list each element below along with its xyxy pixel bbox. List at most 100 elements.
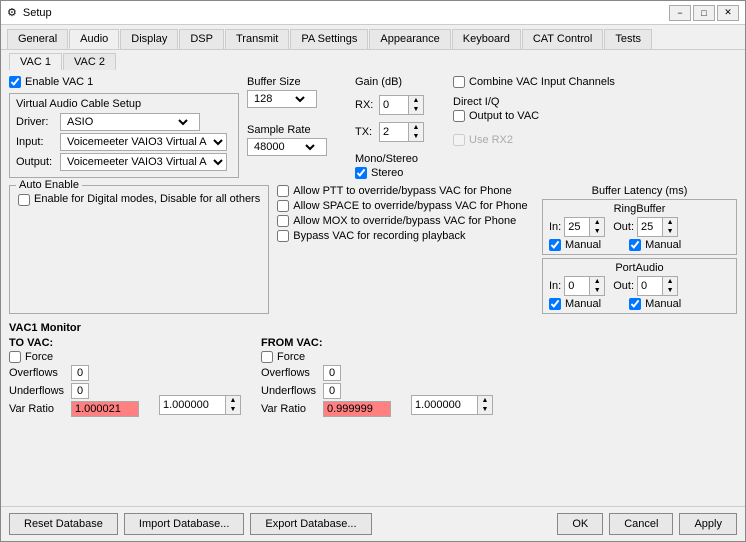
- sample-rate-label: Sample Rate: [247, 124, 347, 136]
- export-button[interactable]: Export Database...: [250, 513, 371, 535]
- allow-mox-checkbox[interactable]: [277, 215, 289, 227]
- ring-out-dn[interactable]: ▼: [663, 227, 677, 236]
- var-ratio2-input[interactable]: [323, 401, 391, 417]
- sample-rate-group: Sample Rate 48000: [247, 124, 347, 156]
- driver-select[interactable]: ASIO: [61, 114, 191, 130]
- tab-general[interactable]: General: [7, 29, 68, 49]
- reset-button[interactable]: Reset Database: [9, 513, 118, 535]
- tab-display[interactable]: Display: [120, 29, 178, 49]
- bypass-vac-row: Bypass VAC for recording playback: [277, 230, 534, 242]
- ring-in-out-row: In: ▲ ▼ Out:: [549, 217, 730, 237]
- tab-dsp[interactable]: DSP: [179, 29, 224, 49]
- spinner1-btns: ▲ ▼: [225, 396, 240, 414]
- input-select[interactable]: Voicemeeter VAIO3 Virtual A: [61, 134, 226, 150]
- spinner1-up[interactable]: ▲: [226, 396, 240, 405]
- tx-down-btn[interactable]: ▼: [409, 132, 423, 141]
- gain-section: Gain (dB) RX: ▲ ▼ TX:: [355, 76, 445, 179]
- output-select[interactable]: Voicemeeter VAIO3 Virtual A: [61, 154, 226, 170]
- tab-transmit[interactable]: Transmit: [225, 29, 289, 49]
- allow-space-checkbox[interactable]: [277, 200, 289, 212]
- tab-audio[interactable]: Audio: [69, 29, 119, 49]
- maximize-button[interactable]: □: [693, 5, 715, 21]
- port-out-spinner[interactable]: ▲ ▼: [637, 276, 678, 296]
- ring-manual-in-checkbox[interactable]: [549, 239, 561, 251]
- tx-input[interactable]: [380, 123, 408, 141]
- buffer-size-dropdown[interactable]: 128: [247, 90, 317, 108]
- digital-modes-checkbox[interactable]: [18, 194, 30, 206]
- var-ratio1-input[interactable]: [71, 401, 139, 417]
- port-manual-row: Manual Manual: [549, 298, 730, 310]
- spinner1[interactable]: ▲ ▼: [159, 395, 241, 415]
- output-to-vac-checkbox[interactable]: [453, 110, 465, 122]
- allow-space-label: Allow SPACE to override/bypass VAC for P…: [293, 200, 527, 212]
- combine-vac-row: Combine VAC Input Channels: [453, 76, 615, 88]
- rx-input[interactable]: [380, 96, 408, 114]
- spinner1-dn[interactable]: ▼: [226, 405, 240, 414]
- sample-rate-dropdown[interactable]: 48000: [247, 138, 327, 156]
- spinner2[interactable]: ▲ ▼: [411, 395, 493, 415]
- port-manual-in-checkbox[interactable]: [549, 298, 561, 310]
- tab-pa-settings[interactable]: PA Settings: [290, 29, 368, 49]
- port-out-dn[interactable]: ▼: [663, 286, 677, 295]
- rx-up-btn[interactable]: ▲: [409, 96, 423, 105]
- buffer-size-select[interactable]: 128: [248, 91, 308, 107]
- bypass-vac-checkbox[interactable]: [277, 230, 289, 242]
- ring-out-input[interactable]: [638, 218, 662, 236]
- spinner1-input[interactable]: [160, 396, 225, 414]
- input-dropdown[interactable]: Voicemeeter VAIO3 Virtual A: [60, 133, 227, 151]
- allow-ptt-label: Allow PTT to override/bypass VAC for Pho…: [293, 185, 511, 197]
- ring-manual-out-checkbox[interactable]: [629, 239, 641, 251]
- use-rx2-checkbox[interactable]: [453, 134, 465, 146]
- underflows1-label: Underflows: [9, 385, 67, 397]
- port-out-input[interactable]: [638, 277, 662, 295]
- ok-button[interactable]: OK: [557, 513, 603, 535]
- port-in-spinner[interactable]: ▲ ▼: [564, 276, 605, 296]
- buffer-sample-section: Buffer Size 128 Sample Rate 48000: [247, 76, 347, 156]
- ring-in-input[interactable]: [565, 218, 589, 236]
- rx-spinner[interactable]: ▲ ▼: [379, 95, 424, 115]
- sub-tab-vac1[interactable]: VAC 1: [9, 53, 62, 70]
- direct-iq-label: Direct I/Q: [453, 96, 615, 108]
- enable-vac-checkbox[interactable]: [9, 76, 21, 88]
- close-button[interactable]: ✕: [717, 5, 739, 21]
- port-in-input[interactable]: [565, 277, 589, 295]
- port-out-up[interactable]: ▲: [663, 277, 677, 286]
- tx-up-btn[interactable]: ▲: [409, 123, 423, 132]
- force1-checkbox[interactable]: [9, 351, 21, 363]
- allow-ptt-checkbox[interactable]: [277, 185, 289, 197]
- spinner2-dn[interactable]: ▼: [478, 405, 492, 414]
- checkboxes-list: Allow PTT to override/bypass VAC for Pho…: [277, 185, 534, 314]
- import-button[interactable]: Import Database...: [124, 513, 245, 535]
- stereo-checkbox[interactable]: [355, 167, 367, 179]
- port-in-up[interactable]: ▲: [590, 277, 604, 286]
- spinner2-up[interactable]: ▲: [478, 396, 492, 405]
- tab-cat-control[interactable]: CAT Control: [522, 29, 604, 49]
- spinner2-input[interactable]: [412, 396, 477, 414]
- output-dropdown[interactable]: Voicemeeter VAIO3 Virtual A: [60, 153, 227, 171]
- ring-in-spinner[interactable]: ▲ ▼: [564, 217, 605, 237]
- combine-vac-checkbox[interactable]: [453, 76, 465, 88]
- sub-tab-vac2[interactable]: VAC 2: [63, 53, 116, 70]
- port-manual-out-checkbox[interactable]: [629, 298, 641, 310]
- force2-checkbox[interactable]: [261, 351, 273, 363]
- ring-in-label: In:: [549, 221, 561, 233]
- ring-out-spinner[interactable]: ▲ ▼: [637, 217, 678, 237]
- title-bar: ⚙ Setup − □ ✕: [1, 1, 745, 25]
- ring-in-dn[interactable]: ▼: [590, 227, 604, 236]
- ring-in-up[interactable]: ▲: [590, 218, 604, 227]
- rx-down-btn[interactable]: ▼: [409, 105, 423, 114]
- minimize-button[interactable]: −: [669, 5, 691, 21]
- tab-tests[interactable]: Tests: [604, 29, 652, 49]
- sample-rate-select[interactable]: 48000: [248, 139, 318, 155]
- port-in-dn[interactable]: ▼: [590, 286, 604, 295]
- driver-dropdown[interactable]: ASIO: [60, 113, 200, 131]
- apply-button[interactable]: Apply: [679, 513, 737, 535]
- mono-stereo-label: Mono/Stereo: [355, 153, 445, 165]
- output-to-vac-label: Output to VAC: [469, 110, 539, 122]
- tab-keyboard[interactable]: Keyboard: [452, 29, 521, 49]
- cancel-button[interactable]: Cancel: [609, 513, 673, 535]
- ring-out-up[interactable]: ▲: [663, 218, 677, 227]
- tab-appearance[interactable]: Appearance: [369, 29, 450, 49]
- middle-area: Auto Enable Enable for Digital modes, Di…: [9, 185, 737, 314]
- tx-spinner[interactable]: ▲ ▼: [379, 122, 424, 142]
